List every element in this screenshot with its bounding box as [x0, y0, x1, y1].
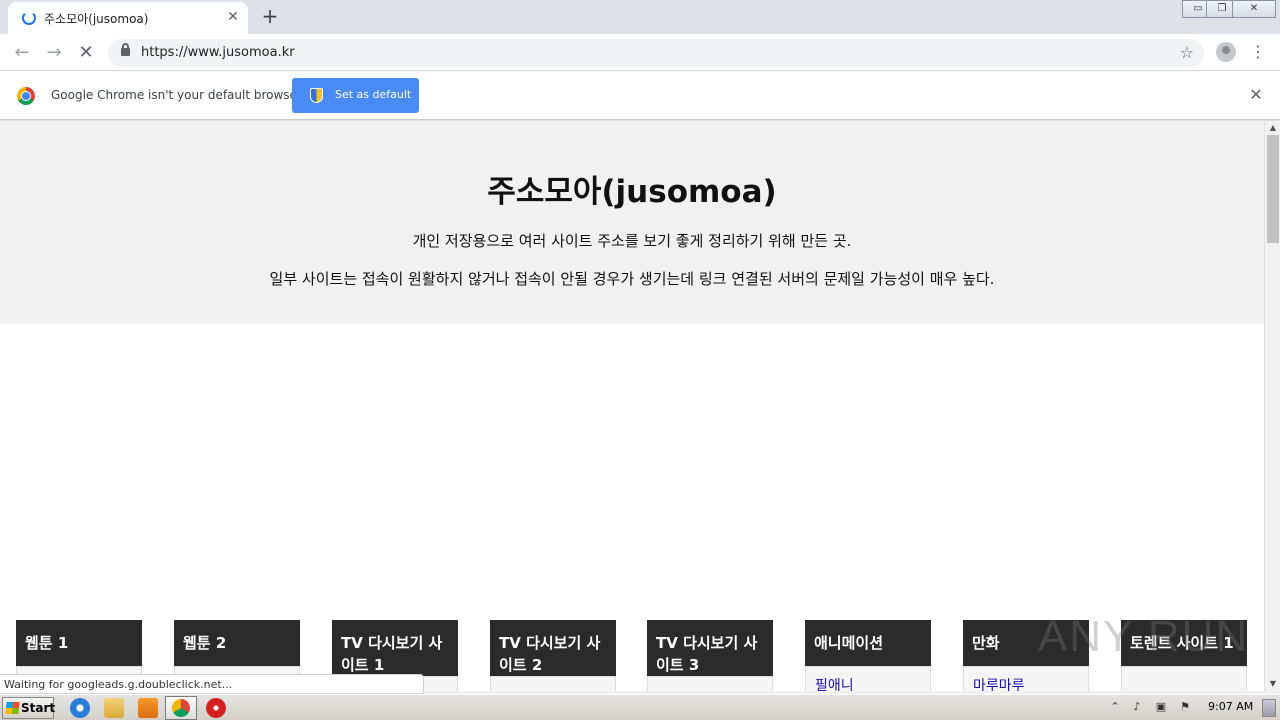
page-description-line-2: 일부 사이트는 접속이 원활하지 않거나 접속이 안될 경우가 생기는데 링크 …: [269, 270, 995, 288]
category-link[interactable]: 마루마루: [964, 667, 1088, 691]
category-card[interactable]: 애니메이션 필애니: [805, 620, 931, 691]
infobar-message: Google Chrome isn't your default browser: [51, 88, 302, 102]
chrome-logo-icon: [17, 87, 35, 105]
chevron-up-icon[interactable]: ⌃: [1108, 700, 1122, 714]
start-label: Start: [21, 701, 56, 715]
category-body: [1121, 666, 1247, 691]
set-as-default-button[interactable]: Set as default: [292, 78, 419, 113]
chrome-icon: [172, 699, 190, 717]
default-browser-infobar: Google Chrome isn't your default browser…: [0, 71, 1280, 120]
browser-tab[interactable]: 주소모아(jusomoa) ✕: [8, 2, 248, 34]
category-link[interactable]: [648, 677, 772, 691]
network-icon[interactable]: ▣: [1154, 700, 1168, 714]
chrome-menu-icon[interactable]: ⋮: [1250, 42, 1266, 62]
category-title[interactable]: 애니메이션: [805, 620, 931, 666]
tab-strip: 주소모아(jusomoa) ✕ + ▭ ❐ ✕: [0, 0, 1280, 34]
scroll-down-arrow-icon[interactable]: ▼: [1265, 677, 1280, 691]
category-title[interactable]: TV 다시보기 사이트 3: [647, 620, 773, 676]
window-close-button[interactable]: ✕: [1232, 0, 1276, 18]
category-body: 마루마루: [963, 666, 1089, 691]
category-link[interactable]: [1122, 667, 1246, 683]
taskbar-chrome-button[interactable]: [165, 696, 197, 720]
category-body: [490, 676, 616, 691]
page-content: 주소모아(jusomoa) 개인 저장용으로 여러 사이트 주소를 보기 좋게 …: [0, 121, 1264, 691]
stop-sign-icon[interactable]: [206, 698, 226, 718]
address-bar[interactable]: https://www.jusomoa.kr ☆: [108, 39, 1204, 67]
show-desktop-button[interactable]: [1262, 699, 1276, 717]
tab-title: 주소모아(jusomoa): [44, 12, 149, 26]
lock-icon[interactable]: [121, 43, 130, 56]
category-card[interactable]: TV 다시보기 사이트 3: [647, 620, 773, 691]
scroll-up-arrow-icon[interactable]: ▲: [1265, 121, 1280, 135]
category-link[interactable]: 필애니: [806, 667, 930, 691]
page-title: 주소모아(jusomoa): [487, 174, 777, 210]
category-body: 필애니: [805, 666, 931, 691]
system-tray: ⌃ ♪ ▣ ⚑ 9:07 AM: [1104, 697, 1280, 719]
uac-shield-icon: [310, 88, 323, 103]
back-button[interactable]: ←: [9, 40, 35, 66]
windows-logo-icon: [5, 702, 20, 714]
category-title[interactable]: TV 다시보기 사이트 1: [332, 620, 458, 676]
stop-loading-button[interactable]: ✕: [73, 40, 99, 66]
page-scrollbar[interactable]: ▲ ▼: [1264, 121, 1280, 691]
scroll-thumb[interactable]: [1267, 135, 1279, 243]
internet-explorer-icon[interactable]: [70, 698, 90, 718]
infobar-close-icon[interactable]: ✕: [1246, 85, 1266, 105]
category-card[interactable]: TV 다시보기 사이트 2: [490, 620, 616, 691]
new-tab-button[interactable]: +: [258, 4, 282, 28]
tab-close-icon[interactable]: ✕: [224, 8, 242, 26]
media-player-icon[interactable]: [138, 698, 158, 718]
category-title[interactable]: TV 다시보기 사이트 2: [490, 620, 616, 676]
flag-icon[interactable]: ⚑: [1178, 700, 1192, 714]
hero-section: 주소모아(jusomoa) 개인 저장용으로 여러 사이트 주소를 보기 좋게 …: [0, 121, 1264, 324]
anyrun-watermark: ANY RUN: [1038, 612, 1250, 661]
browser-toolbar: ← → ✕ https://www.jusomoa.kr ☆: [0, 34, 1280, 71]
category-title[interactable]: 웹툰 2: [174, 620, 300, 666]
status-bubble: Waiting for googleads.g.doubleclick.net.…: [0, 674, 424, 694]
set-as-default-label: Set as default: [335, 88, 412, 101]
category-body: [647, 676, 773, 691]
category-title[interactable]: 웹툰 1: [16, 620, 142, 666]
file-explorer-icon[interactable]: [104, 698, 124, 718]
windows-taskbar: Start ⌃ ♪ ▣ ⚑ 9:07 AM: [0, 694, 1280, 720]
category-link[interactable]: [491, 677, 615, 691]
speaker-icon[interactable]: ♪: [1130, 700, 1144, 714]
page-description-line-1: 개인 저장용으로 여러 사이트 주소를 보기 좋게 정리하기 위해 만든 곳.: [412, 232, 852, 250]
url-text[interactable]: https://www.jusomoa.kr: [141, 45, 295, 60]
profile-avatar-icon[interactable]: [1216, 42, 1236, 62]
loading-spinner-icon: [22, 11, 36, 25]
forward-button[interactable]: →: [41, 40, 67, 66]
start-button[interactable]: Start: [2, 697, 56, 719]
taskbar-clock[interactable]: 9:07 AM: [1208, 700, 1253, 713]
bookmark-star-icon[interactable]: ☆: [1180, 43, 1194, 62]
